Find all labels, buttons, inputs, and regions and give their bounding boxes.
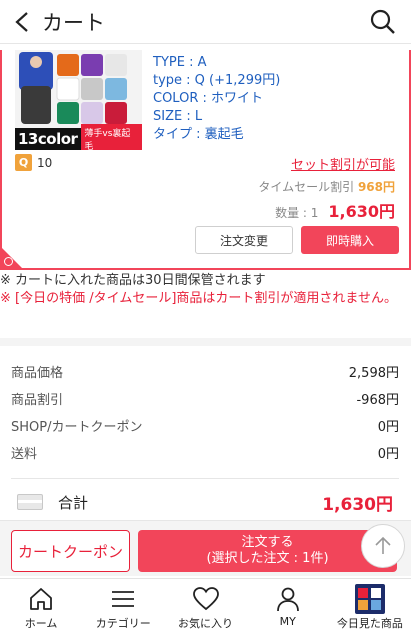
arrow-up-icon [375,536,391,554]
order-button-sublabel: (選択した注文 : 1件) [206,551,329,566]
quantity-label: 数量 : 1 [275,206,319,220]
top-header: カート [0,0,411,44]
tab-label: ホーム [24,617,58,630]
summary-value: 2,598円 [348,366,399,381]
q-points-icon: Q [15,154,32,171]
menu-icon [108,585,138,613]
scroll-to-top-button[interactable] [361,524,405,568]
option-lining: タイプ : 裏起毛 [153,127,244,142]
summary-row-shipping: 送料 0円 [11,443,399,463]
quantity-price: 数量 : 1 1,630円 [275,198,395,222]
heart-icon [191,585,221,613]
chevron-left-icon [15,11,28,32]
set-discount-link[interactable]: セット割引が可能 [291,154,395,173]
summary-label: 送料 [11,447,38,462]
cart-notes: ※ カートに入れた商品は30日間保管されます ※ [今日の特価 /タイムセール]… [0,272,411,308]
tab-favorites[interactable]: お気に入り [164,579,246,640]
change-order-button[interactable]: 注文変更 [195,226,293,254]
summary-total: 合計 1,630円 [17,490,393,515]
summary-row-price: 商品価格 2,598円 [11,362,399,382]
storage-note: ※ カートに入れた商品は30日間保管されます [0,273,266,288]
summary-value: -968円 [356,393,399,408]
bottom-tab-bar: ホーム カテゴリー お気に入り MY 今日見た商品 [0,578,411,640]
timesale-discount: タイムセール割引 968円 [258,178,395,195]
recent-product-thumbnail [354,584,385,614]
order-summary: 商品価格 2,598円 商品割引 -968円 SHOP/カートクーポン 0円 送… [0,338,411,518]
total-amount: 1,630円 [322,494,393,515]
summary-value: 0円 [377,447,399,462]
option-size: SIZE : L [153,109,203,124]
option-color: COLOR : ホワイト [153,91,263,106]
place-order-button[interactable]: 注文する (選択した注文 : 1件) [138,530,397,572]
tab-label: MY [279,615,296,628]
timesale-label: タイムセール割引 [258,180,355,194]
tab-category[interactable]: カテゴリー [82,579,164,640]
search-icon [370,9,395,34]
search-button[interactable] [369,8,397,36]
back-button[interactable] [4,0,40,44]
item-price: 1,630円 [328,202,395,221]
summary-label: 商品割引 [11,393,64,408]
summary-value: 0円 [377,420,399,435]
q-points: Q 10 [15,154,52,171]
recent-product-icon [354,584,385,614]
page-title: カート [42,10,105,35]
product-image-caption: 13color 薄手vs裏起毛 [15,124,142,150]
person-icon [273,585,303,613]
product-image[interactable]: 13color 薄手vs裏起毛 [15,50,142,150]
home-icon [26,585,56,613]
summary-label: 商品価格 [11,366,64,381]
q-points-value: 10 [37,155,53,170]
product-options: TYPE : A type : Q (+1,299円) COLOR : ホワイト… [153,54,280,144]
color-count-label: 13color [18,130,78,148]
cart-coupon-button[interactable]: カートクーポン [11,530,130,572]
summary-label: SHOP/カートクーポン [11,420,143,435]
tab-home[interactable]: ホーム [0,579,82,640]
tab-label: カテゴリー [95,617,151,630]
summary-row-coupon: SHOP/カートクーポン 0円 [11,416,399,436]
clock-icon [4,257,13,266]
discount-warning-note: ※ [今日の特価 /タイムセール]商品はカート割引が適用されません。 [0,291,398,306]
order-button-label: 注文する [241,535,294,550]
product-photo [15,50,142,128]
divider [11,478,399,479]
option-type-q: type : Q (+1,299円) [153,73,281,88]
option-type: TYPE : A [153,55,207,70]
total-label: 合計 [58,493,89,512]
payment-card-icon [17,494,43,510]
variant-tag: 薄手vs裏起毛 [81,124,142,150]
summary-row-discount: 商品割引 -968円 [11,389,399,409]
timesale-value: 968円 [357,180,395,194]
checkout-bar: カートクーポン 注文する (選択した注文 : 1件) [0,520,411,576]
tab-label: 今日見た商品 [336,617,403,630]
tab-label: お気に入り [178,617,233,630]
tab-my[interactable]: MY [247,579,329,640]
tab-recently-viewed[interactable]: 今日見た商品 [329,579,411,640]
buy-now-button[interactable]: 即時購入 [301,226,399,254]
cart-item-card: 13color 薄手vs裏起毛 TYPE : A type : Q (+1,29… [0,50,411,270]
